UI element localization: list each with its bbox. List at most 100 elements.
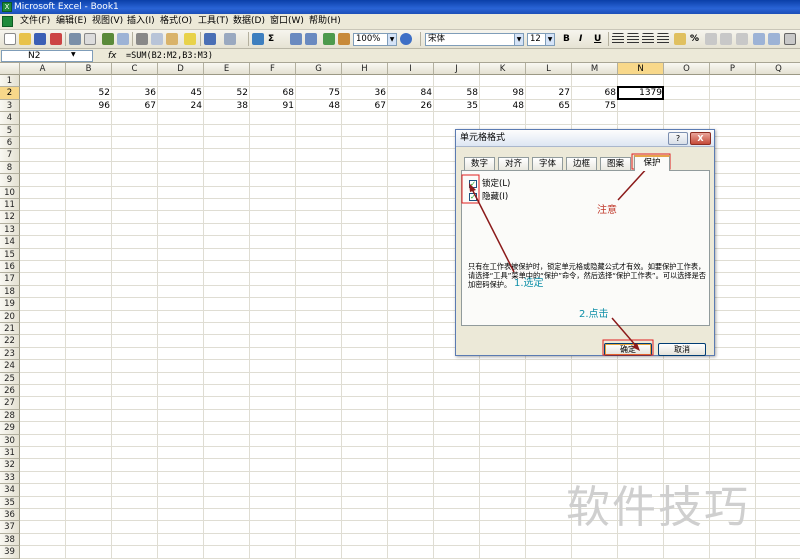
row-header[interactable]: 6 <box>0 137 20 150</box>
row-header[interactable]: 9 <box>0 174 20 187</box>
column-header-a[interactable]: A <box>20 63 66 75</box>
tab-patterns[interactable]: 图案 <box>600 157 631 170</box>
row-header[interactable]: 36 <box>0 509 20 522</box>
italic-button[interactable]: I <box>579 33 582 45</box>
row-header[interactable]: 22 <box>0 335 20 348</box>
row-header[interactable]: 16 <box>0 261 20 274</box>
menu-data[interactable]: 数据(D) <box>233 14 265 29</box>
font-size-select[interactable]: 12 ▼ <box>527 33 555 46</box>
menu-view[interactable]: 视图(V) <box>92 14 123 29</box>
decrease-decimal-icon[interactable] <box>736 33 748 45</box>
column-header-k[interactable]: K <box>480 63 526 75</box>
cell-c2[interactable]: 36 <box>112 87 158 99</box>
column-header-e[interactable]: E <box>204 63 250 75</box>
hyperlink-icon[interactable] <box>252 33 264 45</box>
permission-icon[interactable] <box>50 33 62 45</box>
column-header-m[interactable]: M <box>572 63 618 75</box>
menu-file[interactable]: 文件(F) <box>20 14 50 29</box>
new-icon[interactable] <box>4 33 16 45</box>
row-header[interactable]: 37 <box>0 521 20 534</box>
percent-button[interactable]: % <box>690 33 699 45</box>
cell-h3[interactable]: 67 <box>342 100 388 112</box>
row-header[interactable]: 8 <box>0 161 20 175</box>
increase-indent-icon[interactable] <box>768 33 780 45</box>
align-left-icon[interactable] <box>612 33 624 45</box>
column-header-b[interactable]: B <box>66 63 112 75</box>
cell-k3[interactable]: 48 <box>480 100 526 112</box>
row-header[interactable]: 18 <box>0 285 20 299</box>
spelling-icon[interactable] <box>102 33 114 45</box>
currency-icon[interactable] <box>674 33 686 45</box>
column-header-p[interactable]: P <box>710 63 756 75</box>
row-header[interactable]: 14 <box>0 236 20 249</box>
name-box[interactable]: N2 <box>1 50 93 62</box>
chevron-down-icon[interactable]: ▼ <box>71 51 76 58</box>
row-header[interactable]: 21 <box>0 323 20 336</box>
row-header[interactable]: 1 <box>0 75 20 88</box>
row-header[interactable]: 20 <box>0 310 20 323</box>
cell-i2[interactable]: 84 <box>388 87 434 99</box>
locked-checkbox[interactable]: ✓ <box>469 180 477 188</box>
menu-help[interactable]: 帮助(H) <box>309 14 341 29</box>
column-header-o[interactable]: O <box>664 63 710 75</box>
copy-icon[interactable] <box>151 33 163 45</box>
cell-c3[interactable]: 67 <box>112 100 158 112</box>
row-header[interactable]: 30 <box>0 434 20 447</box>
cell-l2[interactable]: 27 <box>526 87 572 99</box>
column-header-j[interactable]: J <box>434 63 480 75</box>
tab-font[interactable]: 字体 <box>532 157 563 170</box>
cell-b3[interactable]: 96 <box>66 100 112 112</box>
format-painter-icon[interactable] <box>184 33 196 45</box>
row-header[interactable]: 7 <box>0 149 20 162</box>
cell-d3[interactable]: 24 <box>158 100 204 112</box>
font-name-select[interactable]: 宋体 ▼ <box>425 33 524 46</box>
cell-j3[interactable]: 35 <box>434 100 480 112</box>
tab-protection[interactable]: 保护 <box>634 155 670 171</box>
undo-icon[interactable] <box>204 33 216 45</box>
row-header[interactable]: 33 <box>0 471 20 485</box>
merge-center-icon[interactable] <box>657 33 669 45</box>
row-header[interactable]: 2 <box>0 87 20 100</box>
align-center-icon[interactable] <box>627 33 639 45</box>
cell-d2[interactable]: 45 <box>158 87 204 99</box>
row-header[interactable]: 26 <box>0 385 20 398</box>
formula-input[interactable]: =SUM(B2:M2,B3:M3) <box>126 49 213 63</box>
dialog-close-button[interactable]: X <box>690 132 711 145</box>
row-header[interactable]: 23 <box>0 347 20 361</box>
cell-e3[interactable]: 38 <box>204 100 250 112</box>
underline-button[interactable]: U <box>594 33 601 45</box>
cell-f2[interactable]: 68 <box>250 87 296 99</box>
cancel-button[interactable]: 取消 <box>658 343 706 356</box>
cell-i3[interactable]: 26 <box>388 100 434 112</box>
column-header-d[interactable]: D <box>158 63 204 75</box>
row-header[interactable]: 29 <box>0 422 20 435</box>
cell-m3[interactable]: 75 <box>572 100 618 112</box>
cut-icon[interactable] <box>136 33 148 45</box>
cell-g2[interactable]: 75 <box>296 87 342 99</box>
print-icon[interactable] <box>69 33 81 45</box>
row-header[interactable]: 10 <box>0 186 20 199</box>
drawing-icon[interactable] <box>338 33 350 45</box>
print-preview-icon[interactable] <box>84 33 96 45</box>
row-header[interactable]: 12 <box>0 211 20 224</box>
decrease-indent-icon[interactable] <box>753 33 765 45</box>
column-header-i[interactable]: I <box>388 63 434 75</box>
zoom-select[interactable]: 100% ▼ <box>353 33 397 46</box>
row-header[interactable]: 24 <box>0 360 20 373</box>
cell-j2[interactable]: 58 <box>434 87 480 99</box>
cell-b2[interactable]: 52 <box>66 87 112 99</box>
row-header[interactable]: 38 <box>0 533 20 547</box>
row-header[interactable]: 34 <box>0 484 20 497</box>
hidden-checkbox[interactable]: ✓ <box>469 193 477 201</box>
row-header[interactable]: 35 <box>0 496 20 509</box>
sort-ascending-icon[interactable] <box>290 33 302 45</box>
ok-button[interactable]: 确定 <box>604 343 652 356</box>
row-header[interactable]: 32 <box>0 459 20 472</box>
redo-icon[interactable] <box>224 33 236 45</box>
row-header[interactable]: 3 <box>0 99 20 113</box>
tab-border[interactable]: 边框 <box>566 157 597 170</box>
cell-m2[interactable]: 68 <box>572 87 618 99</box>
menu-window[interactable]: 窗口(W) <box>270 14 304 29</box>
cell-k2[interactable]: 98 <box>480 87 526 99</box>
dialog-help-button[interactable]: ? <box>668 132 688 145</box>
